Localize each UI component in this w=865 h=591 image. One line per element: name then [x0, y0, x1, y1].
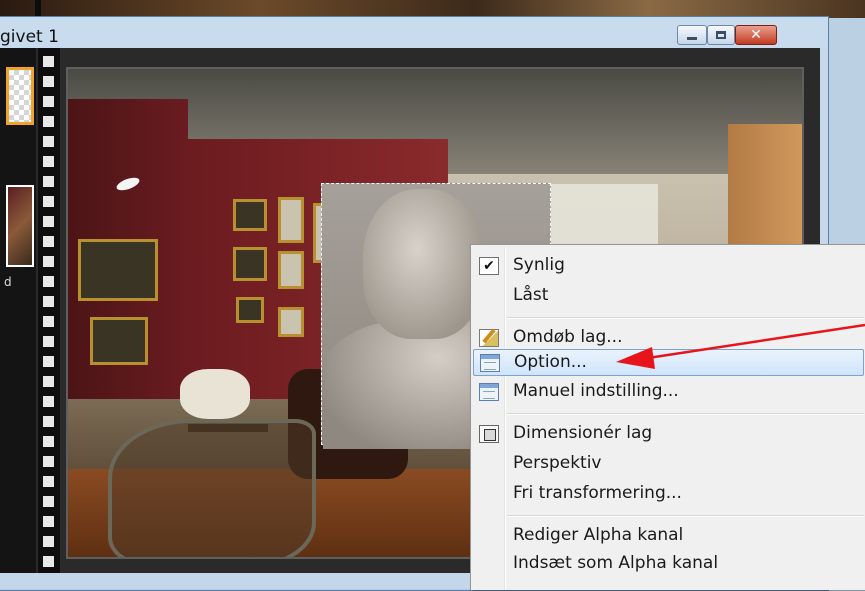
menu-item-locked[interactable]: Låst — [473, 283, 864, 310]
menu-separator — [507, 515, 864, 517]
options-window-icon — [480, 354, 500, 372]
resize-layer-icon — [479, 425, 499, 443]
checkbox-checked-icon: ✔ — [479, 257, 499, 275]
menu-item-manual-settings[interactable]: Manuel indstilling... — [473, 379, 864, 406]
layer-panel — [0, 48, 36, 573]
maximize-icon — [716, 31, 726, 39]
layer-context-menu: ✔ Synlig Låst Omdøb lag... Option... Man… — [470, 244, 865, 590]
minimize-icon — [687, 36, 697, 40]
menu-item-option[interactable]: Option... — [473, 349, 864, 376]
menu-item-free-transform[interactable]: Fri transformering... — [473, 481, 864, 508]
close-button[interactable]: ✕ — [735, 25, 777, 45]
menu-separator — [507, 317, 864, 319]
manual-settings-icon — [479, 383, 499, 401]
film-strip-border — [38, 48, 60, 573]
window-title: givet 1 — [0, 27, 59, 47]
menu-item-visible[interactable]: ✔ Synlig — [473, 253, 864, 280]
layer-label: d — [4, 275, 12, 289]
menu-item-perspective[interactable]: Perspektiv — [473, 451, 864, 478]
minimize-button[interactable] — [677, 25, 707, 45]
maximize-button[interactable] — [707, 25, 735, 45]
layer-thumbnail-transparent[interactable] — [6, 67, 34, 125]
menu-item-insert-as-alpha[interactable]: Indsæt som Alpha kanal — [473, 551, 864, 578]
layer-thumbnail-photo[interactable] — [6, 185, 34, 267]
menu-separator — [507, 413, 864, 415]
menu-item-resize-layer[interactable]: Dimensionér lag — [473, 421, 864, 448]
rename-icon — [479, 329, 499, 347]
close-icon: ✕ — [750, 27, 762, 43]
menu-item-rename-layer[interactable]: Omdøb lag... — [473, 325, 864, 352]
menu-item-edit-alpha[interactable]: Rediger Alpha kanal — [473, 523, 864, 550]
